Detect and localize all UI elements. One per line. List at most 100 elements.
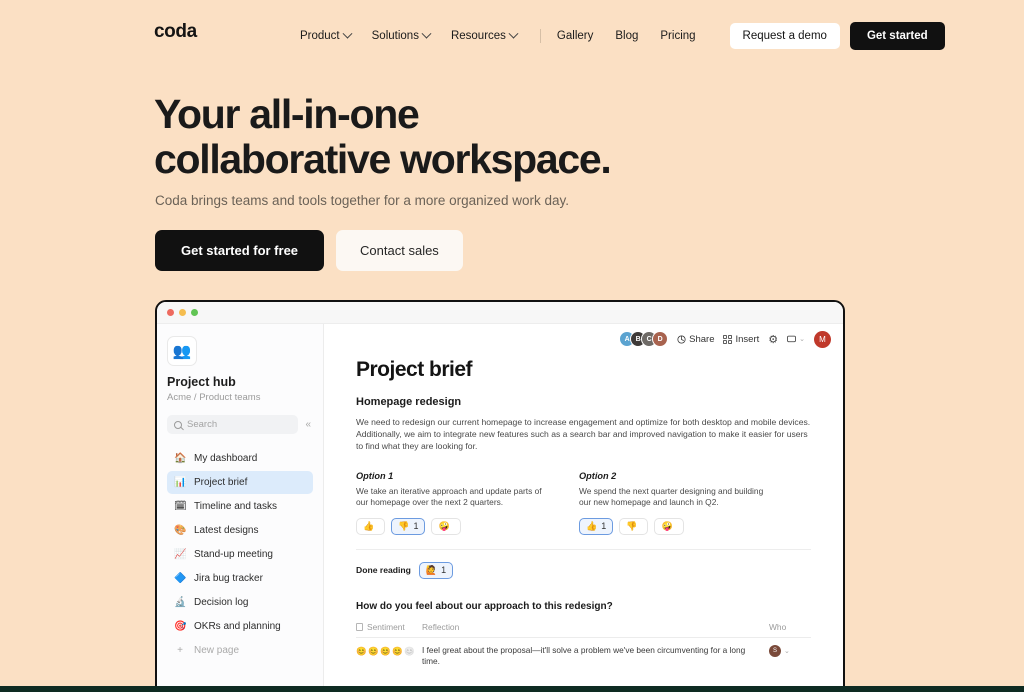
intro-paragraph: We need to redesign our current homepage… [356,417,811,452]
chart-icon: 📊 [174,477,187,488]
share-button[interactable]: Share [677,334,714,345]
nav-menu-resources-label: Resources [450,30,506,42]
workspace-icon[interactable]: 👥 [167,336,197,366]
nav-link-pricing[interactable]: Pricing [660,27,695,45]
table-header: Sentiment Reflection Who [356,622,811,638]
search-placeholder: Search [187,419,218,430]
reaction-thumbs-down[interactable]: 👎 [619,517,649,535]
option-2-title: Option 2 [579,470,617,481]
nav-menu-resources[interactable]: Resources [451,27,527,45]
thumbs-up-icon: 👍 [586,520,598,531]
option-2-column: Option 2 We spend the next quarter desig… [579,471,772,535]
get-started-free-button[interactable]: Get started for free [155,230,325,271]
face-icon: 🤪 [438,520,450,531]
reaction-count: 1 [413,521,419,532]
reaction-face[interactable]: 🤪 [431,517,461,535]
comments-dropdown[interactable]: ⌄ [787,335,805,344]
nav-menu-solutions-label: Solutions [371,30,419,42]
reaction-face[interactable]: 🤪 [654,517,684,535]
feedback-table: Sentiment Reflection Who 😊 😊 😊 😊 😊 I fee… [356,622,811,668]
chevron-down-icon [342,28,353,39]
jira-icon: 🔷 [174,573,187,584]
column-header-who[interactable]: Who [769,622,811,632]
smiley-icon: 😊 [392,645,403,656]
app-sidebar: 👥 Project hub Acme / Product teams Searc… [157,324,324,690]
chevron-down-icon [508,28,519,39]
page-title: Your all-in-one collaborative workspace. [154,92,874,182]
close-window-icon[interactable] [167,309,174,316]
column-header-sentiment[interactable]: Sentiment [356,622,422,632]
raised-hand-icon: 🙋 [425,564,438,575]
sidebar-item-latest-designs[interactable]: 🎨 Latest designs [167,519,313,542]
calendar-icon: 🗓 [174,501,187,512]
contact-sales-button[interactable]: Contact sales [336,230,463,271]
share-label: Share [689,333,715,345]
chevron-down-icon: ⌄ [784,647,790,655]
option-1-reactions: 👍 👎 1 🤪 [356,517,549,535]
reaction-count: 1 [601,521,607,532]
current-user-avatar[interactable]: M [814,330,831,348]
smiley-icon: 😊 [368,645,379,656]
nav-divider [539,29,541,43]
table-row[interactable]: 😊 😊 😊 😊 😊 I feel great about the proposa… [356,638,811,668]
thumbs-down-icon: 👎 [626,520,638,531]
sidebar-item-okrs-and-planning[interactable]: 🎯 OKRs and planning [167,615,313,638]
plus-icon: + [177,645,183,656]
new-page-button[interactable]: + New page [167,639,313,662]
who-cell[interactable]: S ⌄ [769,644,811,657]
question-heading: How do you feel about our approach to th… [356,600,613,612]
sidebar-item-timeline-and-tasks[interactable]: 🗓 Timeline and tasks [167,495,313,518]
thumbs-down-icon: 👎 [398,520,410,531]
reaction-thumbs-up[interactable]: 👍 1 [579,517,614,535]
minimize-window-icon[interactable] [179,309,186,316]
get-started-button[interactable]: Get started [849,22,945,50]
top-navigation: coda Product Solutions Resources Gallery… [0,0,1024,60]
sidebar-item-label: Stand-up meeting [194,549,273,560]
reflection-cell: I feel great about the proposal—it'll so… [422,644,746,667]
figma-icon: 🎨 [174,525,187,536]
share-icon [677,334,686,344]
collapse-sidebar-icon[interactable]: « [303,419,313,430]
chevron-down-icon: ⌄ [799,336,805,343]
sidebar-item-label: Latest designs [194,525,259,536]
sidebar-item-stand-up-meeting[interactable]: 📈 Stand-up meeting [167,543,313,566]
sidebar-item-label: My dashboard [194,453,258,464]
request-demo-button[interactable]: Request a demo [729,23,840,49]
column-type-icon [356,622,363,631]
section-heading: Homepage redesign [356,396,462,408]
column-header-reflection[interactable]: Reflection [422,622,769,632]
nav-menu-solutions[interactable]: Solutions [372,27,440,45]
reaction-thumbs-up[interactable]: 👍 [356,517,386,535]
section-divider [356,548,811,550]
done-reading-label: Done reading [356,565,411,576]
sidebar-item-project-brief[interactable]: 📊 Project brief [167,471,313,494]
done-reading-chip[interactable]: 🙋 1 [418,561,454,579]
sidebar-item-decision-log[interactable]: 🔬 Decision log [167,591,313,614]
nav-link-gallery[interactable]: Gallery [557,27,593,45]
reaction-thumbs-down[interactable]: 👎 1 [391,517,426,535]
done-reading-row: Done reading 🙋 1 [356,561,811,579]
gear-icon[interactable]: ⚙ [768,333,778,346]
new-page-label: New page [194,645,240,656]
chevron-down-icon [421,28,432,39]
nav-link-blog[interactable]: Blog [615,27,638,45]
nav-menu-product[interactable]: Product [300,27,361,45]
avatar: S [769,644,781,657]
sidebar-item-jira-bug-tracker[interactable]: 🔷 Jira bug tracker [167,567,313,590]
insert-button[interactable]: Insert [723,334,759,345]
options-row: Option 1 We take an iterative approach a… [356,471,811,535]
sentiment-rating[interactable]: 😊 😊 😊 😊 😊 [356,645,422,657]
maximize-window-icon[interactable] [191,309,198,316]
coda-logo[interactable]: coda [154,21,197,43]
sidebar-item-label: Jira bug tracker [194,573,263,584]
option-1-text: We take an iterative approach and update… [356,485,542,508]
sidebar-item-label: OKRs and planning [194,621,281,632]
sidebar-item-my-dashboard[interactable]: 🏠 My dashboard [167,447,313,470]
avatar[interactable]: D [652,331,669,347]
app-window-mockup: 👥 Project hub Acme / Product teams Searc… [155,300,845,692]
option-2-reactions: 👍 1 👎 🤪 [579,517,772,535]
search-icon [174,420,182,429]
hero-title-line2: collaborative workspace. [154,136,612,182]
search-input[interactable]: Search [167,415,299,434]
chart-up-icon: 📈 [174,549,187,560]
